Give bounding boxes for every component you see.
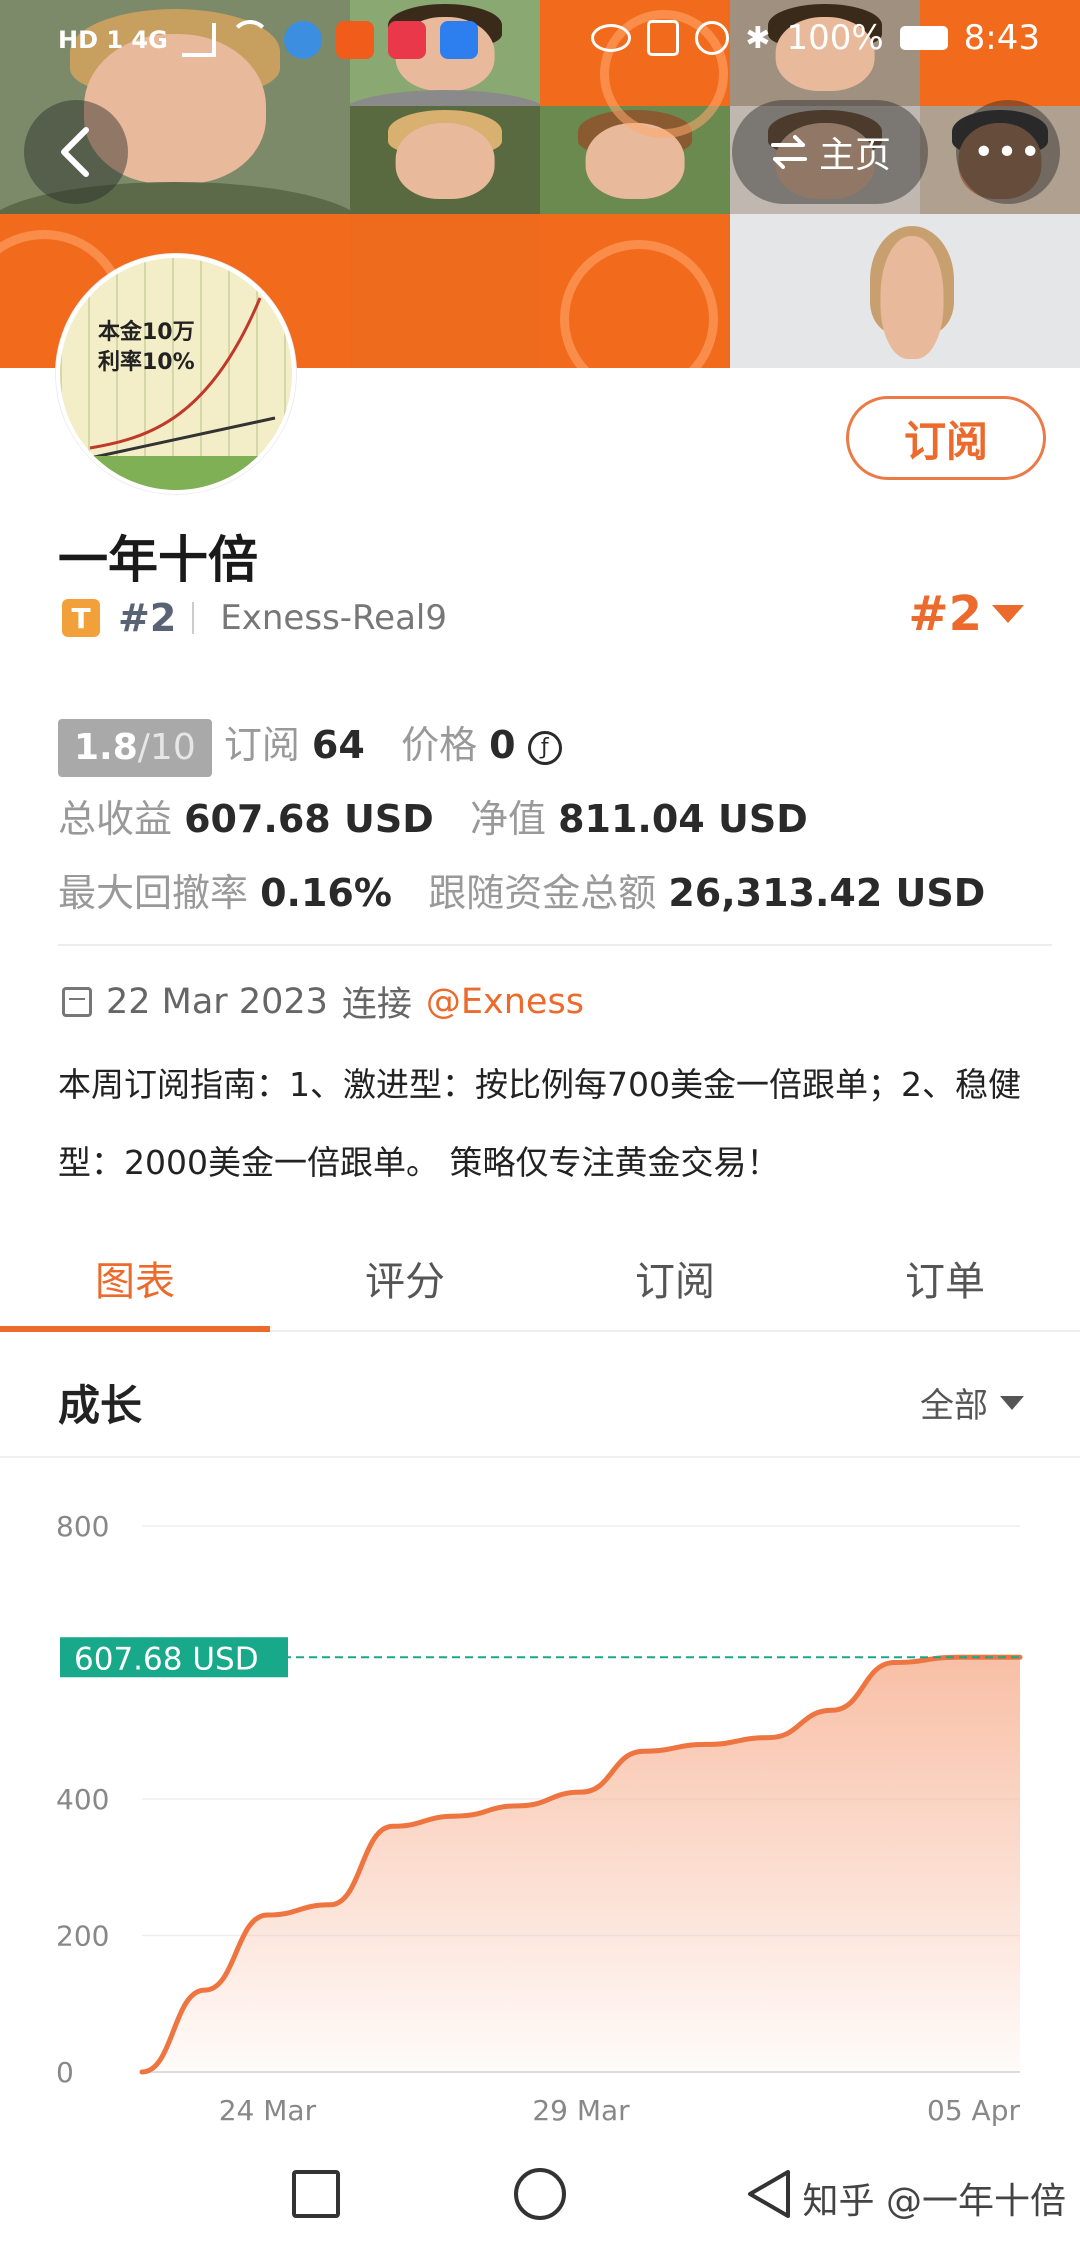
more-dots-icon: ••• [973,131,1043,173]
more-options-button[interactable]: ••• [956,100,1060,204]
score-value: 1.8 [74,726,138,768]
max-drawdown-value: 0.16% [260,871,392,915]
range-filter-label: 全部 [920,1386,988,1426]
battery-level: 100% [786,18,884,58]
stats-row-2: 总收益 607.68 USD 净值 811.04 USD [58,782,985,856]
trader-name: 一年十倍 [58,531,258,589]
chevron-left-icon [61,127,89,177]
rank-big-label: #2 [908,586,982,642]
growth-chart: 0 200 400 800 607.68 USD 24 Mar 29 Mar 05 Apr [56,1510,1023,2127]
price-value: 0 [489,723,516,767]
status-bar: HD 1 4G ✱ 100% 8:43 [0,0,1080,82]
network-label: HD 1 4G [58,26,168,54]
x-tick-label: 29 Mar [532,2094,630,2127]
back-nav-button[interactable] [740,2164,800,2224]
signal-icon [181,23,216,57]
equity-value: 811.04 USD [558,797,808,841]
caret-down-icon [992,605,1024,623]
growth-title: 成长 [58,1381,143,1430]
home-nav-button[interactable] [510,2164,570,2224]
current-value-label: 607.68 USD [74,1641,259,1677]
stats-block: 1.8/10 订阅 64 价格 0 ƒ 总收益 607.68 USD 净值 81… [58,708,985,930]
range-filter-dropdown[interactable]: 全部 [920,1378,1024,1427]
growth-section-header: 成长 全部 [0,1340,1080,1458]
y-tick-label: 0 [56,2056,74,2089]
stats-row-1: 1.8/10 订阅 64 价格 0 ƒ [58,708,985,782]
avatar-text-line2: 利率10% [98,350,195,375]
eye-icon [591,24,632,52]
price-label: 价格 [401,723,478,767]
y-tick-label: 800 [56,1510,109,1543]
y-tick-label: 400 [56,1783,109,1816]
score-badge: 1.8/10 [58,718,212,777]
square-icon [292,2170,340,2218]
calendar-icon [62,986,92,1017]
subscriptions-label: 订阅 [223,723,300,767]
divider [58,944,1052,946]
y-tick-label: 200 [56,1920,109,1953]
bluetooth-icon: ✱ [745,20,771,56]
tier-badge: T [62,599,100,637]
tab-chart[interactable]: 图表 [0,1226,270,1332]
total-profit-label: 总收益 [58,797,173,841]
tab-subscriptions[interactable]: 订阅 [540,1226,810,1330]
growth-area [142,1657,1020,2072]
reader-app-icon [387,21,426,59]
trader-avatar: 本金10万 利率10% [56,254,296,494]
back-button[interactable] [24,100,128,204]
coin-icon: ƒ [527,730,562,765]
stats-row-3: 最大回撤率 0.16% 跟随资金总额 26,313.42 USD [58,856,985,930]
recent-apps-button[interactable] [286,2164,346,2224]
clock-time: 8:43 [963,18,1040,58]
battery-icon [899,26,948,50]
subscriptions-value: 64 [311,723,365,767]
x-tick-label: 24 Mar [219,2094,317,2127]
max-drawdown-label: 最大回撤率 [58,871,249,915]
equity-label: 净值 [470,797,547,841]
avatar-text-line1: 本金10万 [98,320,195,345]
tab-rating[interactable]: 评分 [270,1226,540,1330]
alarm-icon [695,21,730,55]
follow-funds-value: 26,313.42 USD [668,871,986,915]
total-profit-value: 607.68 USD [184,797,434,841]
taobao-app-icon [335,21,374,59]
x-tick-label: 05 Apr [927,2094,1020,2127]
circle-icon [514,2168,566,2220]
meta-separator [192,602,195,634]
banner-photo-4 [350,106,540,214]
trader-meta-row: T #2 Exness-Real9 [62,596,447,640]
banner-photo-8 [730,214,1080,368]
follow-funds-label: 跟随资金总额 [428,871,657,915]
caret-down-icon [1000,1395,1024,1410]
search-app-icon [439,21,478,59]
broker-account: Exness-Real9 [220,598,447,638]
connection-label: 连接 [341,985,412,1025]
nfc-icon [647,20,680,56]
swap-icon [770,135,807,169]
rank-dropdown[interactable]: #2 [908,586,1024,642]
browser-app-icon [283,21,322,59]
watermark: 知乎 @一年十倍 [802,2181,1066,2222]
home-label: 主页 [818,135,891,176]
connection-row: 22 Mar 2023 连接 @Exness [62,976,584,1027]
triangle-back-icon [748,2170,790,2218]
tab-bar: 图表 评分 订阅 订单 [0,1226,1080,1332]
connection-date: 22 Mar 2023 [106,981,328,1022]
system-nav-bar: 知乎 @一年十倍 [0,2134,1080,2244]
tab-orders[interactable]: 订单 [810,1226,1080,1330]
home-button[interactable]: 主页 [732,100,928,204]
broker-link[interactable]: @Exness [426,982,584,1022]
strategy-description: 本周订阅指南：1、激进型：按比例每700美金一倍跟单；2、稳健型：2000美金一… [58,1065,1021,1182]
rank-small: #2 [118,596,177,640]
score-max: /10 [137,726,196,768]
wifi-icon [229,20,270,60]
subscribe-button[interactable]: 订阅 [846,396,1046,480]
